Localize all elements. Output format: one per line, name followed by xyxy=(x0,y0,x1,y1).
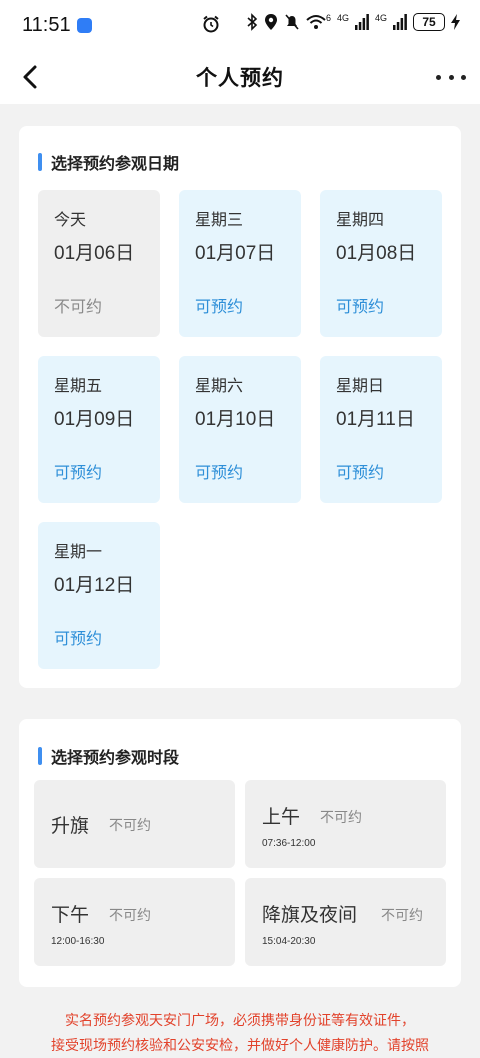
tile-weekday: 今天 xyxy=(54,212,87,229)
tile-weekday: 星期五 xyxy=(54,378,103,395)
tile-date: 01月10日 xyxy=(195,409,276,430)
date-tile-saturday[interactable]: 星期六 01月10日 可预约 xyxy=(179,356,301,503)
slot-status: 不可约 xyxy=(109,907,151,923)
date-tile-monday[interactable]: 星期一 01月12日 可预约 xyxy=(38,522,160,669)
notice-line-2: 接受现场预约核验和公安安检，并做好个人健康防护。请按照 xyxy=(51,1037,429,1053)
tile-status: 不可约 xyxy=(54,299,103,316)
slot-status: 不可约 xyxy=(381,907,423,923)
charging-icon xyxy=(451,14,460,30)
tile-weekday: 星期日 xyxy=(336,378,385,395)
signal-icon-2 xyxy=(393,14,407,30)
slot-flag-lowering-night[interactable]: 降旗及夜间 不可约 15:04-20:30 xyxy=(245,878,446,966)
slot-flag-raising[interactable]: 升旗 不可约 xyxy=(34,780,235,868)
slot-name: 下午 xyxy=(51,905,90,926)
time-section-title-text: 选择预约参观时段 xyxy=(51,750,180,767)
section-accent-bar xyxy=(38,153,42,171)
network-4g-label-1: 4G xyxy=(336,13,349,23)
more-dot xyxy=(461,74,466,80)
slot-name: 降旗及夜间 xyxy=(262,905,358,926)
back-arrow-icon[interactable] xyxy=(14,60,48,94)
tile-date: 01月11日 xyxy=(336,409,415,430)
tile-status: 可预约 xyxy=(195,299,244,316)
slot-afternoon[interactable]: 下午 不可约 12:00-16:30 xyxy=(34,878,235,966)
slot-time: 12:00-16:30 xyxy=(51,936,105,947)
more-options-icon[interactable] xyxy=(436,64,466,90)
date-section-title: 选择预约参观日期 xyxy=(38,150,179,174)
slot-status: 不可约 xyxy=(320,809,362,825)
alarm-icon xyxy=(203,15,219,33)
date-tile-thursday[interactable]: 星期四 01月08日 可预约 xyxy=(320,190,442,337)
time-selection-card: 选择预约参观时段 升旗 不可约 上午 不可约 07:36-12:00 下午 不可… xyxy=(19,719,461,987)
notice-line-1: 实名预约参观天安门广场，必须携带身份证等有效证件， xyxy=(65,1012,415,1028)
date-selection-card: 选择预约参观日期 今天 01月06日 不可约 星期三 01月07日 可预约 星期… xyxy=(19,126,461,688)
tile-status: 可预约 xyxy=(54,465,103,482)
date-section-title-text: 选择预约参观日期 xyxy=(51,156,180,173)
battery-indicator: 75 xyxy=(413,13,445,31)
tile-status: 可预约 xyxy=(54,631,103,648)
slot-name: 上午 xyxy=(262,807,301,828)
slot-name: 升旗 xyxy=(51,816,90,837)
message-app-icon xyxy=(76,17,92,33)
tile-weekday: 星期一 xyxy=(54,544,103,561)
tile-date: 01月09日 xyxy=(54,409,135,430)
app-header: 个人预约 xyxy=(0,50,480,104)
signal-icon xyxy=(354,14,369,30)
status-bar: 11:51 6 4G 4G 75 xyxy=(0,0,480,50)
bluetooth-icon xyxy=(247,13,258,31)
wifi-icon xyxy=(306,15,326,29)
more-dot xyxy=(436,74,441,80)
more-dot xyxy=(448,74,454,80)
status-time: 11:51 xyxy=(22,13,71,36)
tile-date: 01月12日 xyxy=(54,575,135,596)
slot-time: 15:04-20:30 xyxy=(262,936,316,947)
location-icon xyxy=(264,14,277,30)
slot-time: 07:36-12:00 xyxy=(262,838,316,849)
slot-morning[interactable]: 上午 不可约 07:36-12:00 xyxy=(245,780,446,868)
network-6-label: 6 xyxy=(325,13,331,23)
date-tile-friday[interactable]: 星期五 01月09日 可预约 xyxy=(38,356,160,503)
tile-date: 01月07日 xyxy=(195,243,276,264)
tile-status: 可预约 xyxy=(195,465,244,482)
tile-date: 01月06日 xyxy=(54,243,135,264)
tile-weekday: 星期四 xyxy=(336,212,385,229)
tile-weekday: 星期六 xyxy=(195,378,244,395)
slot-status: 不可约 xyxy=(109,817,151,833)
network-4g-label-2: 4G xyxy=(374,13,387,23)
mute-icon xyxy=(285,14,299,30)
page-title: 个人预约 xyxy=(196,67,284,90)
tile-date: 01月08日 xyxy=(336,243,417,264)
status-icons: 6 4G 4G 75 xyxy=(246,13,460,31)
date-tile-sunday[interactable]: 星期日 01月11日 可预约 xyxy=(320,356,442,503)
date-tile-today[interactable]: 今天 01月06日 不可约 xyxy=(38,190,160,337)
time-section-title: 选择预约参观时段 xyxy=(38,744,179,768)
tile-status: 可预约 xyxy=(336,299,385,316)
tile-status: 可预约 xyxy=(336,465,385,482)
date-tile-wednesday[interactable]: 星期三 01月07日 可预约 xyxy=(179,190,301,337)
section-accent-bar xyxy=(38,747,42,765)
reservation-notice: 实名预约参观天安门广场，必须携带身份证等有效证件， 接受现场预约核验和公安安检，… xyxy=(22,1008,458,1058)
tile-weekday: 星期三 xyxy=(195,212,244,229)
